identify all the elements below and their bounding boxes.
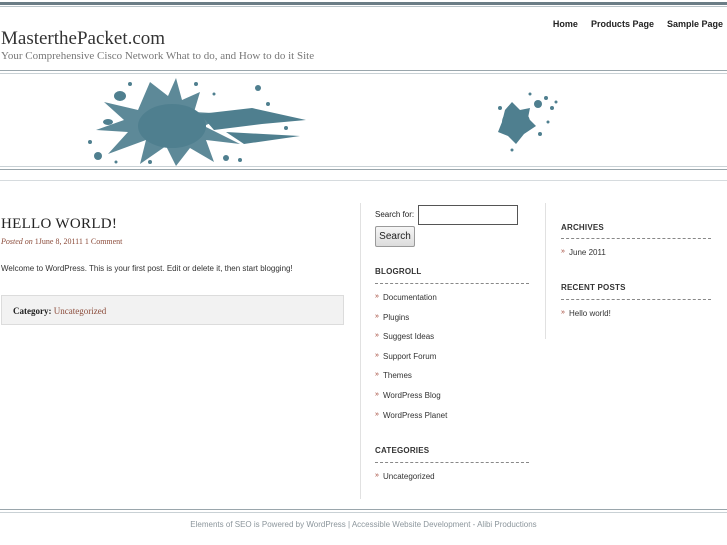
list-item: » June 2011	[561, 248, 606, 268]
footer-rule	[0, 509, 727, 510]
nav-item-home[interactable]: Home	[553, 19, 578, 29]
post-title[interactable]: HELLO WORLD!	[1, 216, 117, 233]
blogroll-link-plugins[interactable]: Plugins	[375, 313, 409, 322]
bullet-icon: »	[375, 332, 379, 340]
blogroll-heading: BLOGROLL	[375, 267, 422, 276]
sidebar-separator-left	[360, 203, 361, 499]
list-item: » Plugins	[375, 313, 447, 333]
archives-heading: ARCHIVES	[561, 223, 604, 232]
category-link-uncategorized[interactable]: Uncategorized	[375, 472, 435, 481]
categories-list: » Uncategorized	[375, 472, 435, 492]
archives-list: » June 2011	[561, 248, 606, 268]
blogroll-link-wordpress-planet[interactable]: WordPress Planet	[375, 411, 447, 420]
bullet-icon: »	[375, 472, 379, 479]
blogroll-link-themes[interactable]: Themes	[375, 371, 412, 380]
nav-item-sample-page[interactable]: Sample Page	[667, 19, 723, 29]
search-input[interactable]	[418, 205, 518, 225]
blogroll-link-suggest-ideas[interactable]: Suggest Ideas	[375, 332, 434, 341]
bullet-icon: »	[561, 248, 565, 255]
list-item: » WordPress Blog	[375, 391, 447, 411]
post-category-box: Category: Uncategorized	[1, 295, 344, 325]
categories-heading: CATEGORIES	[375, 446, 430, 455]
blogroll-link-support-forum[interactable]: Support Forum	[375, 352, 436, 361]
footer-rule-thin	[0, 512, 727, 513]
banner-rule-bottom-thin	[0, 166, 727, 167]
bullet-icon: »	[375, 390, 379, 398]
bullet-icon: »	[561, 309, 565, 316]
banner-rule-top	[0, 70, 727, 71]
post-meta-label: Posted on	[1, 237, 33, 246]
bullet-icon: »	[375, 371, 379, 379]
header-top-rule	[0, 2, 727, 5]
list-item: » Hello world!	[561, 309, 611, 329]
bullet-icon: »	[375, 410, 379, 418]
recent-posts-list: » Hello world!	[561, 309, 611, 329]
bullet-icon: »	[375, 312, 379, 320]
footer-credits: Elements of SEO is Powered by WordPress …	[190, 520, 537, 529]
post-body: Welcome to WordPress. This is your first…	[1, 264, 293, 273]
blogroll-link-wordpress-blog[interactable]: WordPress Blog	[375, 391, 441, 400]
list-item: » Uncategorized	[375, 472, 435, 492]
nav-item-products-page[interactable]: Products Page	[591, 19, 654, 29]
blogroll-list: » Documentation » Plugins » Suggest Ideas »…	[375, 293, 447, 430]
list-item: » Documentation	[375, 293, 447, 313]
site-title[interactable]: MasterthePacket.com	[1, 28, 165, 50]
recent-posts-divider	[561, 299, 711, 300]
list-item: » WordPress Planet	[375, 411, 447, 431]
content-top-rule	[0, 180, 727, 181]
bullet-icon: »	[375, 351, 379, 359]
post-category-label: Category:	[13, 306, 52, 316]
list-item: » Themes	[375, 371, 447, 391]
header-top-rule-thin	[0, 6, 727, 7]
sidebar-separator-right	[545, 203, 546, 339]
recent-post-link-hello-world[interactable]: Hello world!	[561, 309, 611, 318]
archive-link-june-2011[interactable]: June 2011	[561, 248, 606, 257]
archives-divider	[561, 238, 711, 239]
search-label: Search for:	[375, 210, 415, 219]
list-item: » Suggest Ideas	[375, 332, 447, 352]
post-meta-link[interactable]: 1June 8, 20111 1 Comment	[35, 237, 123, 246]
search-button[interactable]: Search	[375, 226, 415, 247]
main-nav: Home Products Page Sample Page	[553, 19, 723, 29]
blogroll-divider	[375, 283, 529, 284]
blogroll-link-documentation[interactable]: Documentation	[375, 293, 437, 302]
post-meta: Posted on 1June 8, 20111 1 Comment	[1, 237, 122, 246]
list-item: » Support Forum	[375, 352, 447, 372]
bullet-icon: »	[375, 293, 379, 300]
ink-splash-banner	[88, 78, 558, 166]
site-description: Your Comprehensive Cisco Network What to…	[1, 50, 315, 62]
post-category-link[interactable]: Uncategorized	[54, 306, 106, 316]
categories-divider	[375, 462, 529, 463]
banner-rule-bottom	[0, 169, 727, 170]
recent-posts-heading: RECENT POSTS	[561, 283, 626, 292]
